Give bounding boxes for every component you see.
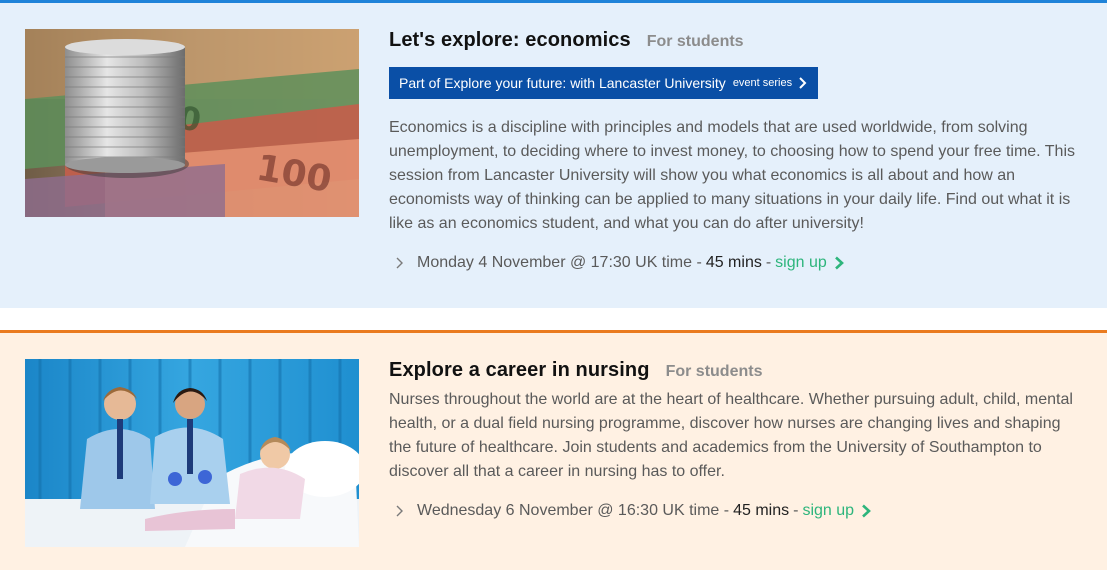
chevron-right-icon xyxy=(396,257,403,269)
chevron-right-icon xyxy=(799,77,807,89)
sign-up-label: sign up xyxy=(802,502,855,519)
event-duration: 45 mins xyxy=(733,502,790,519)
audience-label: For students xyxy=(665,363,763,380)
event-datetime: Wednesday 6 November @ 16:30 UK time - xyxy=(417,502,730,519)
sign-up-link[interactable]: sign up xyxy=(775,254,845,272)
separator-dash: - xyxy=(793,502,799,519)
nurses-with-child-photo xyxy=(25,359,359,547)
coins-banknotes-photo: 100 50 xyxy=(25,29,359,217)
event-description: Nurses throughout the world are at the h… xyxy=(389,391,1073,480)
separator-dash: - xyxy=(765,254,772,271)
event-image-nursing[interactable] xyxy=(25,359,359,547)
series-label: Part of Explore your future: with Lancas… xyxy=(399,75,726,91)
event-content-economics: Let's explore: economics For students Pa… xyxy=(389,29,1087,272)
event-title-row: Explore a career in nursing For students xyxy=(389,359,1087,382)
event-series-button[interactable]: Part of Explore your future: with Lancas… xyxy=(389,67,819,99)
event-content-nursing: Explore a career in nursing For students… xyxy=(389,359,1087,520)
event-title[interactable]: Explore a career in nursing xyxy=(389,359,650,382)
series-tag: event series xyxy=(732,77,793,89)
event-card-nursing: Explore a career in nursing For students… xyxy=(0,330,1107,570)
event-card-economics: 100 50 Let's explore: economics For stud… xyxy=(0,0,1107,308)
sign-up-label: sign up xyxy=(775,254,827,271)
event-schedule: Monday 4 November @ 17:30 UK time - 45 m… xyxy=(389,254,1087,272)
audience-label: For students xyxy=(646,33,744,50)
event-schedule: Wednesday 6 November @ 16:30 UK time - 4… xyxy=(389,502,1087,520)
chevron-right-icon xyxy=(834,256,844,270)
event-title-row: Let's explore: economics For students xyxy=(389,29,1087,52)
event-title[interactable]: Let's explore: economics xyxy=(389,29,631,52)
event-datetime: Monday 4 November @ 17:30 UK time - xyxy=(417,254,702,271)
chevron-right-icon xyxy=(862,504,871,518)
chevron-right-icon xyxy=(396,505,403,517)
sign-up-link[interactable]: sign up xyxy=(802,502,872,520)
event-image-economics[interactable]: 100 50 xyxy=(25,29,359,217)
event-description: Economics is a discipline with principle… xyxy=(389,119,1075,232)
event-duration: 45 mins xyxy=(705,254,762,271)
